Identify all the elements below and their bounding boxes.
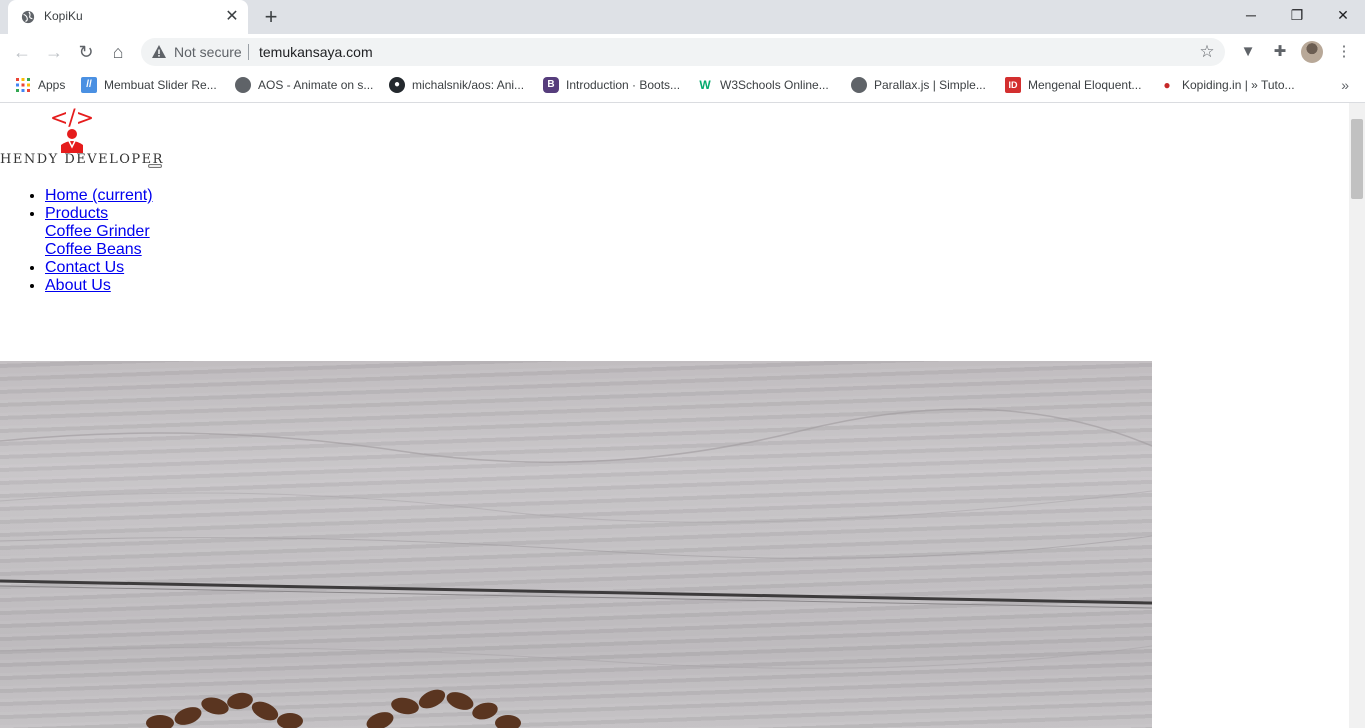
bookmarks-bar: Apps // Membuat Slider Re... AOS - Animat… [0, 70, 1365, 103]
kopiding-icon: ● [1159, 77, 1175, 93]
bootstrap-icon: B [543, 77, 559, 93]
bookmark-label: Introduction · Boots... [566, 78, 681, 92]
nav-link-about[interactable]: About Us [45, 277, 111, 294]
scrollbar-thumb[interactable] [1351, 119, 1363, 199]
security-label[interactable]: Not secure [174, 44, 242, 60]
code-glyph: </> [50, 106, 94, 131]
address-bar[interactable]: Not secure temukansaya.com ☆ [141, 38, 1225, 66]
new-tab-button[interactable]: + [259, 5, 283, 29]
bookmarks-overflow-icon[interactable]: » [1341, 77, 1349, 93]
page-viewport: </> HENDY DEVELOPER Home (current) Produ… [0, 103, 1349, 728]
logo-text: HENDY DEVELOPER [0, 152, 164, 167]
tab-strip: KopiKu ✕ + ─ ❐ ✕ [0, 0, 1365, 34]
bookmark-parallax[interactable]: Parallax.js | Simple... [851, 77, 986, 95]
bookmark-apps[interactable]: Apps [15, 77, 65, 95]
nav-link-products[interactable]: Products [45, 205, 108, 222]
bookmark-label: Parallax.js | Simple... [874, 78, 986, 92]
restore-icon[interactable]: ❐ [1274, 0, 1320, 30]
slider-icon: // [81, 77, 97, 93]
profile-avatar[interactable] [1301, 41, 1323, 63]
reload-icon[interactable]: ↻ [74, 40, 98, 64]
bookmark-w3schools[interactable]: W W3Schools Online... [697, 77, 829, 95]
nav-link-home[interactable]: Home (current) [45, 187, 153, 204]
browser-tab[interactable]: KopiKu ✕ [8, 0, 248, 34]
page-scrollbar[interactable] [1349, 103, 1365, 728]
w3schools-icon: W [699, 78, 711, 92]
menu-kebab-icon[interactable]: ⋮ [1334, 42, 1354, 62]
nav-item-contact: Contact Us [45, 259, 153, 277]
bookmark-label: michalsnik/aos: Ani... [412, 78, 525, 92]
id-icon: ID [1005, 77, 1021, 93]
minimize-icon[interactable]: ─ [1228, 0, 1274, 30]
dropdown-item-coffee-grinder[interactable]: Coffee Grinder [45, 223, 153, 241]
dropdown-item-coffee-beans[interactable]: Coffee Beans [45, 241, 153, 259]
bookmark-label: W3Schools Online... [720, 78, 829, 92]
omnibox-divider [248, 44, 249, 60]
bookmark-label: AOS - Animate on s... [258, 78, 374, 92]
bookmark-slider[interactable]: // Membuat Slider Re... [81, 77, 217, 95]
bookmark-github-aos[interactable]: ● michalsnik/aos: Ani... [389, 77, 524, 95]
back-icon[interactable]: ← [10, 40, 34, 64]
bookmark-star-icon[interactable]: ☆ [1197, 42, 1217, 62]
nav-link-contact[interactable]: Contact Us [45, 259, 124, 276]
bookmark-label: Kopiding.in | » Tuto... [1182, 78, 1295, 92]
url-text[interactable]: temukansaya.com [259, 44, 373, 60]
site-logo[interactable]: </> HENDY DEVELOPER [0, 103, 162, 171]
wood-texture-coffee-beans [0, 408, 1152, 728]
nav-item-about: About Us [45, 277, 153, 295]
globe-icon [235, 77, 251, 93]
developer-logo-icon: </> [50, 106, 94, 153]
github-icon: ● [389, 77, 405, 93]
globe-icon [21, 10, 35, 24]
home-icon[interactable]: ⌂ [106, 40, 130, 64]
main-nav: Home (current) Products Coffee Grinder C… [0, 187, 153, 295]
bookmark-aos[interactable]: AOS - Animate on s... [235, 77, 373, 95]
bookmark-kopiding[interactable]: ● Kopiding.in | » Tuto... [1159, 77, 1295, 95]
apps-grid-icon [16, 78, 30, 92]
vpn-extension-icon[interactable]: ▼ [1238, 42, 1258, 62]
forward-icon[interactable]: → [42, 40, 66, 64]
browser-toolbar: ← → ↻ ⌂ Not secure temukansaya.com ☆ ▼ ✚… [0, 34, 1365, 70]
globe-icon [851, 77, 867, 93]
tab-title: KopiKu [44, 9, 83, 23]
extensions-puzzle-icon[interactable]: ✚ [1270, 42, 1290, 62]
tab-close-icon[interactable]: ✕ [222, 7, 242, 27]
nav-item-home: Home (current) [45, 187, 153, 205]
close-window-icon[interactable]: ✕ [1320, 0, 1365, 30]
navbar-toggler-button[interactable] [148, 164, 162, 168]
warning-icon [152, 45, 166, 58]
nav-item-products: Products Coffee Grinder Coffee Beans [45, 205, 153, 259]
bookmark-label: Apps [38, 78, 66, 92]
bookmark-label: Mengenal Eloquent... [1028, 78, 1142, 92]
bookmark-bootstrap[interactable]: B Introduction · Boots... [543, 77, 680, 95]
bookmark-label: Membuat Slider Re... [104, 78, 217, 92]
bookmark-eloquent[interactable]: ID Mengenal Eloquent... [1005, 77, 1141, 95]
hero-image [0, 361, 1152, 728]
